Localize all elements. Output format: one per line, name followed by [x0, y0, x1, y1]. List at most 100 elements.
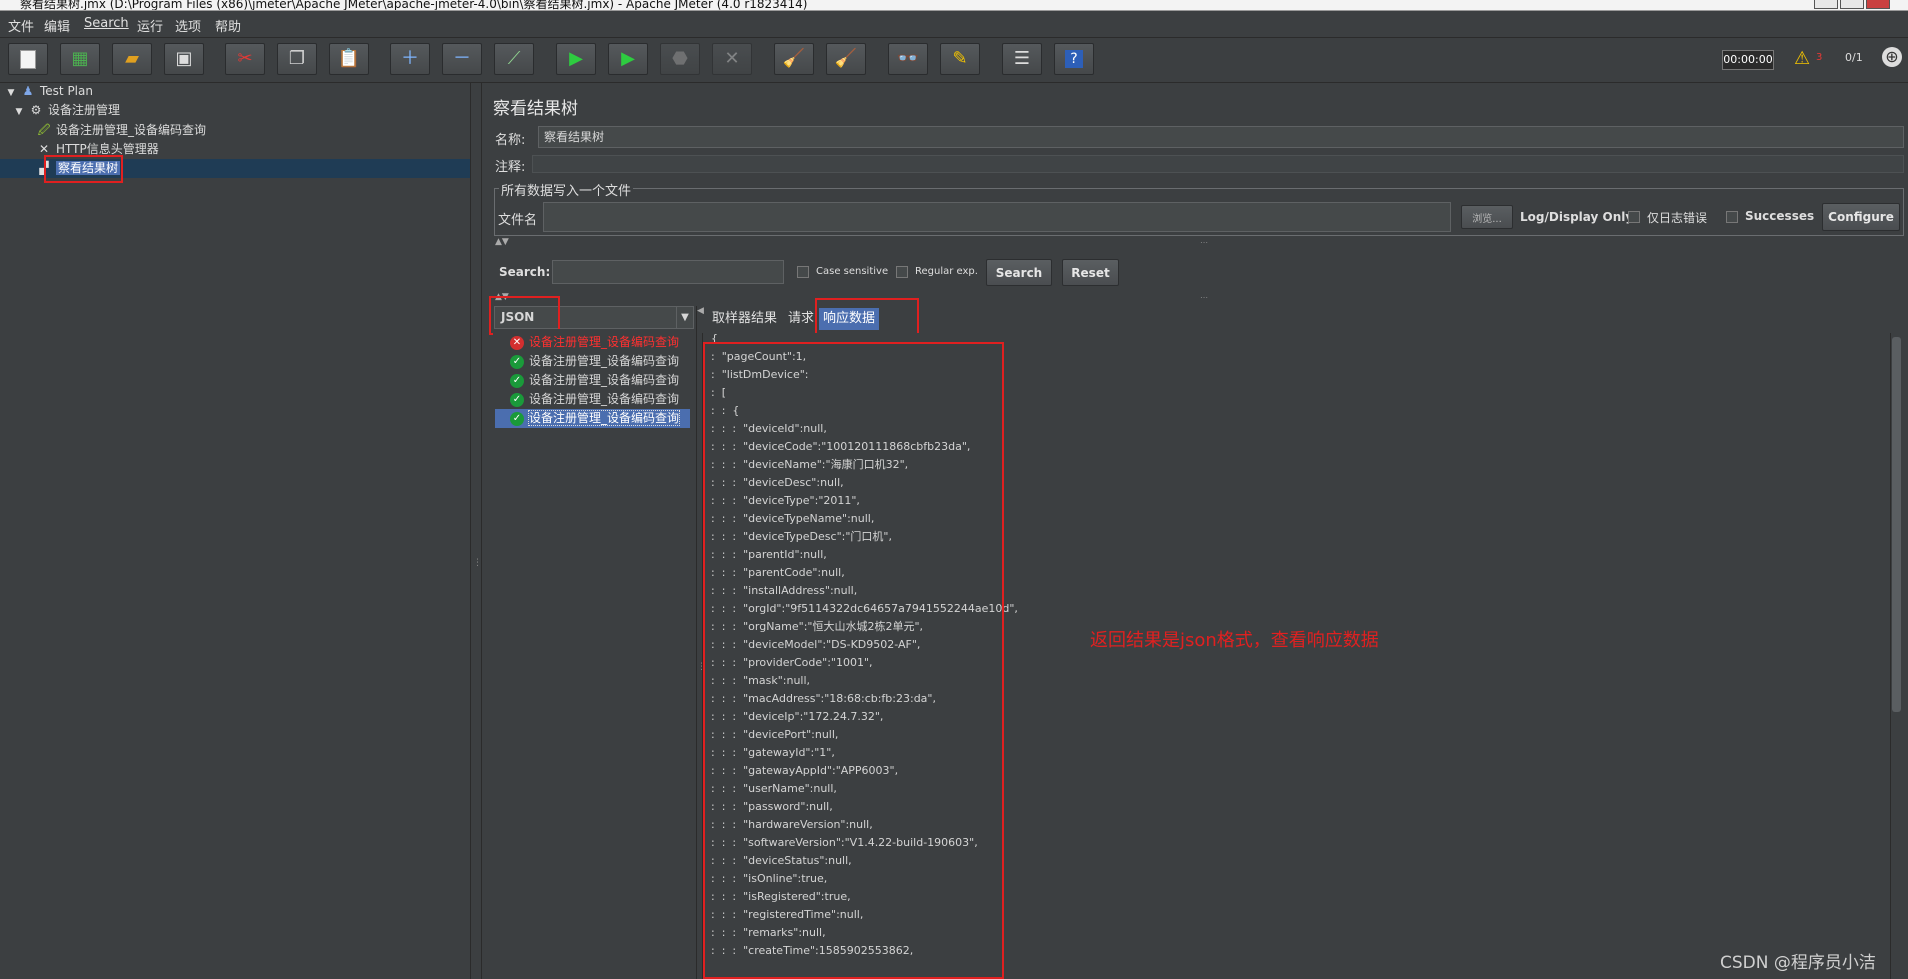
tree-item-label: 设备注册管理_设备编码查询 [56, 123, 207, 137]
stop-icon[interactable]: ⬣ [660, 43, 700, 75]
successes-label: Successes [1745, 209, 1815, 223]
success-shield-icon: ✓ [510, 392, 524, 407]
copy-icon[interactable]: ❐ [277, 43, 317, 75]
open-icon[interactable]: ▰ [112, 43, 152, 75]
window-title: 察看结果树.jmx (D:\Program Files (x86)\jmeter… [20, 0, 808, 11]
menu-edit[interactable]: 编辑 [44, 16, 70, 35]
search-label: Search: [499, 265, 551, 279]
scrollbar-thumb[interactable] [1892, 337, 1901, 712]
case-sensitive-label: Case sensitive [816, 266, 889, 277]
left-arrow-icon[interactable]: ◀ [697, 306, 704, 316]
menu-options[interactable]: 选项 [175, 16, 201, 35]
start-icon[interactable]: ▶ [556, 43, 596, 75]
warning-count: 3 [1816, 52, 1823, 63]
panel-title: 察看结果树 [493, 99, 578, 119]
new-icon[interactable] [8, 43, 48, 75]
tree-item-label: 设备注册管理 [48, 103, 121, 117]
test-plan-tree [0, 83, 470, 979]
tab-request[interactable]: 请求 [784, 308, 818, 330]
file-name-field[interactable] [543, 202, 1451, 232]
comment-field[interactable] [532, 155, 1904, 173]
pipette-icon: 🖉 [37, 123, 51, 137]
name-field[interactable]: 察看结果树 [538, 126, 1904, 148]
tab-sampler-result[interactable]: 取样器结果 [708, 308, 781, 330]
scrollbar[interactable] [1890, 333, 1903, 979]
annotation-text: 返回结果是json格式，查看响应数据 [1090, 630, 1379, 651]
result-label: 设备注册管理_设备编码查询 [529, 335, 680, 349]
remote-icon[interactable]: ⊕ [1882, 47, 1902, 67]
grip-icon: ⋮ [473, 558, 482, 568]
minimize-button[interactable] [1814, 0, 1838, 9]
chevron-down-icon[interactable]: ▼ [676, 307, 693, 328]
comment-label: 注释: [495, 160, 526, 175]
cut-icon[interactable]: ✂ [225, 43, 265, 75]
tree-item-thread-group[interactable]: ▼ ⚙ 设备注册管理 [14, 101, 120, 119]
elapsed-timer: 00:00:00 [1722, 50, 1774, 70]
reset-button[interactable]: Reset [1062, 259, 1119, 286]
menu-search[interactable]: Search [84, 16, 129, 31]
list-item[interactable]: ✕ 设备注册管理_设备编码查询 [510, 334, 679, 351]
divider-grip-icon-2[interactable]: ⋯ [1200, 293, 1208, 302]
save-icon[interactable]: ▣ [164, 43, 204, 75]
success-shield-icon: ✓ [510, 354, 524, 369]
paste-icon[interactable]: 📋 [329, 43, 369, 75]
expand-icon[interactable]: ＋ [390, 43, 430, 75]
browse-button[interactable]: 浏览... [1461, 205, 1513, 229]
expand-arrow-icon[interactable]: ▼ [14, 103, 24, 121]
file-label: 文件名 [498, 213, 538, 228]
tree-item-label: Test Plan [40, 84, 93, 98]
divider-grip-icon[interactable]: ⋯ [1200, 238, 1208, 247]
menu-help[interactable]: 帮助 [215, 16, 241, 35]
list-item[interactable]: ✓ 设备注册管理_设备编码查询 [510, 391, 679, 408]
expand-arrow-icon[interactable]: ▼ [6, 84, 16, 102]
reset-search-icon[interactable]: ✎ [940, 43, 980, 75]
watermark: CSDN @程序员小洁 [1720, 953, 1876, 973]
success-shield-icon: ✓ [510, 411, 524, 426]
gear-icon: ⚙ [30, 103, 42, 117]
menu-file[interactable]: 文件 [8, 16, 34, 35]
collapse-arrows-icon[interactable]: ▲▼ [495, 237, 509, 247]
tree-item-label: HTTP信息头管理器 [56, 142, 159, 156]
collapse-icon[interactable]: － [442, 43, 482, 75]
search-icon[interactable]: 👓 [888, 43, 928, 75]
help-icon[interactable]: ? [1054, 43, 1094, 75]
thread-count: 0/1 [1845, 51, 1863, 64]
close-button[interactable] [1866, 0, 1890, 9]
clear-icon[interactable]: 🧹 [774, 43, 814, 75]
successes-checkbox[interactable] [1726, 211, 1738, 223]
search-input[interactable] [552, 260, 784, 284]
menu-bar: 文件 编辑 Search 运行 选项 帮助 [0, 11, 1908, 38]
regex-checkbox[interactable] [896, 266, 908, 278]
list-item[interactable]: ✓ 设备注册管理_设备编码查询 [510, 410, 681, 427]
templates-icon[interactable]: ▦ [60, 43, 100, 75]
errors-only-checkbox[interactable] [1628, 211, 1640, 223]
search-button[interactable]: Search [986, 259, 1052, 286]
annotation-box-tab [815, 298, 919, 337]
menu-run[interactable]: 运行 [137, 16, 163, 35]
shutdown-icon[interactable]: ✕ [712, 43, 752, 75]
toggle-icon[interactable]: ⟋ [494, 43, 534, 75]
toolbar: ▦ ▰ ▣ ✂ ❐ 📋 ＋ － ⟋ ▶ ▶ ⬣ ✕ 🧹 🧹 👓 ✎ ☰ ? 00… [0, 38, 1908, 83]
success-shield-icon: ✓ [510, 373, 524, 388]
list-item[interactable]: ✓ 设备注册管理_设备编码查询 [510, 353, 679, 370]
start-no-pauses-icon[interactable]: ▶ [608, 43, 648, 75]
title-bar: 察看结果树.jmx (D:\Program Files (x86)\jmeter… [0, 0, 1908, 11]
configure-button[interactable]: Configure [1822, 203, 1900, 231]
result-label: 设备注册管理_设备编码查询 [529, 373, 680, 387]
tree-item-test-plan[interactable]: ▼ ♟ Test Plan [6, 82, 93, 100]
case-sensitive-checkbox[interactable] [797, 266, 809, 278]
warning-icon[interactable]: ⚠ [1794, 48, 1810, 69]
clear-all-icon[interactable]: 🧹 [826, 43, 866, 75]
pane-splitter[interactable]: ⋮ [470, 83, 482, 979]
result-label: 设备注册管理_设备编码查询 [529, 354, 680, 368]
file-group-title: 所有数据写入一个文件 [499, 180, 634, 199]
result-label: 设备注册管理_设备编码查询 [529, 392, 680, 406]
log-display-label: Log/Display Only: [1520, 210, 1638, 224]
list-item[interactable]: ✓ 设备注册管理_设备编码查询 [510, 372, 679, 389]
regex-label: Regular exp. [915, 266, 978, 277]
tree-item-http-sampler[interactable]: 🖉 设备注册管理_设备编码查询 [36, 121, 206, 139]
maximize-button[interactable] [1840, 0, 1864, 9]
error-shield-icon: ✕ [510, 335, 524, 350]
errors-only-label: 仅日志错误 [1647, 211, 1708, 225]
function-helper-icon[interactable]: ☰ [1002, 43, 1042, 75]
